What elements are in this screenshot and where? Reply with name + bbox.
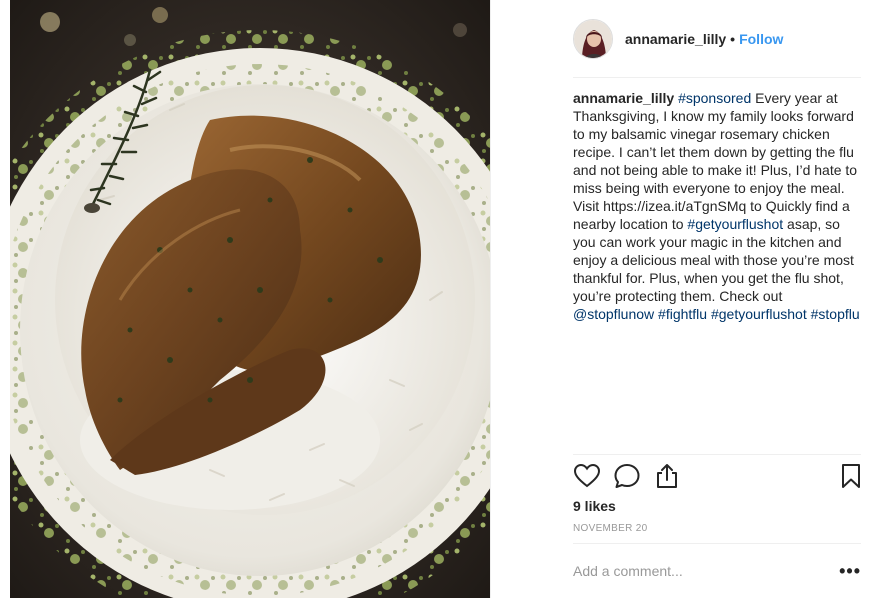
share-icon-svg [657,464,677,488]
heart-icon[interactable] [573,462,601,490]
post-sidebar: annamarie_lilly • Follow annamarie_lilly… [490,0,882,598]
post-photo[interactable] [10,0,490,598]
heart-icon-svg [573,463,601,488]
comment-form: ••• [573,558,861,584]
chicken-rice-rosemary-photo [10,0,490,598]
post-date[interactable]: NOVEMBER 20 [573,523,647,534]
hashtag-link[interactable]: #getyourflushot [687,216,783,232]
actions-divider [573,454,861,455]
header-text: annamarie_lilly • Follow [625,31,783,47]
post-container: annamarie_lilly • Follow annamarie_lilly… [10,0,882,598]
mention-link[interactable]: @stopflunow [573,306,654,322]
caption-username[interactable]: annamarie_lilly [573,90,674,106]
post-caption: annamarie_lilly #sponsored Every year at… [573,89,863,323]
profile-avatar[interactable] [573,19,613,59]
hashtag-link[interactable]: #stopflu [811,306,860,322]
post-header: annamarie_lilly • Follow [573,16,861,62]
separator-dot: • [730,31,736,47]
caption-body: #sponsored Every year at Thanksgiving, I… [573,90,860,322]
header-divider [573,77,861,78]
action-bar [573,462,861,492]
comment-bubble-icon[interactable] [613,462,641,490]
share-upload-icon[interactable] [653,462,681,490]
caption-text: Every year at Thanksgiving, I know my fa… [573,90,858,232]
hashtag-link[interactable]: #fightflu [658,306,707,322]
hashtag-link[interactable]: #sponsored [678,90,751,106]
more-options-icon[interactable]: ••• [839,562,861,580]
avatar-image [574,20,612,58]
comment-input[interactable] [573,563,813,579]
bookmark-icon[interactable] [837,462,865,490]
hashtag-link[interactable]: #getyourflushot [711,306,807,322]
bookmark-icon-svg [842,464,860,488]
comment-divider [573,543,861,544]
likes-count[interactable]: 9 likes [573,498,616,514]
comment-icon-svg [614,464,640,488]
follow-button[interactable]: Follow [739,31,783,47]
post-username[interactable]: annamarie_lilly [625,31,726,47]
